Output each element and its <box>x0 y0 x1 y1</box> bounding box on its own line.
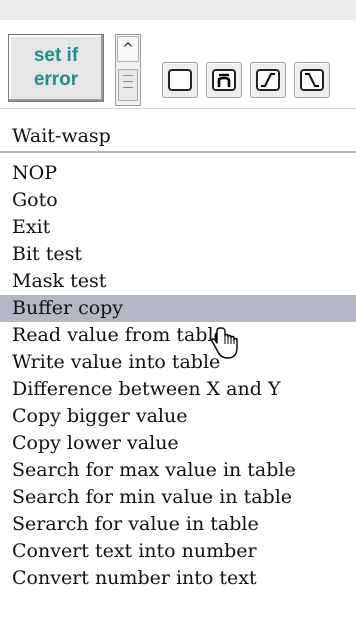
scroll-up-button[interactable]: ^ <box>117 36 139 62</box>
list-item[interactable]: Search for min value in table <box>0 484 356 511</box>
rising-curve-button[interactable] <box>250 62 286 98</box>
toolbar: set if error ^ <box>0 20 356 109</box>
list-item[interactable]: Mask test <box>0 268 356 295</box>
list-item[interactable]: Write value into table <box>0 349 356 376</box>
list-item[interactable]: Exit <box>0 214 356 241</box>
list-item[interactable]: Search for max value in table <box>0 457 356 484</box>
list-item-selected[interactable]: Buffer copy <box>0 295 356 322</box>
command-list: NOP Goto Exit Bit test Mask test Buffer … <box>0 160 356 592</box>
blank-block-button[interactable] <box>162 62 198 98</box>
n-bar-block-icon <box>212 69 236 91</box>
list-item[interactable]: Copy lower value <box>0 430 356 457</box>
falling-curve-button[interactable] <box>294 62 330 98</box>
list-item[interactable]: Convert number into text <box>0 565 356 592</box>
list-item[interactable]: Read value from table <box>0 322 356 349</box>
rising-curve-icon <box>256 69 280 91</box>
list-item[interactable]: Bit test <box>0 241 356 268</box>
top-strip <box>0 0 356 21</box>
n-bar-block-button[interactable] <box>206 62 242 98</box>
hand-pointer-cursor-icon <box>211 327 238 359</box>
set-if-error-button[interactable]: set if error <box>8 34 104 102</box>
list-item[interactable]: NOP <box>0 160 356 187</box>
list-item[interactable]: Goto <box>0 187 356 214</box>
scroll-thumb[interactable] <box>118 69 138 101</box>
list-item[interactable]: Convert text into number <box>0 538 356 565</box>
list-header: Wait-wasp <box>0 119 356 153</box>
list-item[interactable]: Difference between X and Y <box>0 376 356 403</box>
toolbar-scrollbar[interactable]: ^ <box>115 34 141 106</box>
list-item[interactable]: Serarch for value in table <box>0 511 356 538</box>
blank-block-icon <box>168 69 192 91</box>
falling-curve-icon <box>300 69 324 91</box>
list-item[interactable]: Copy bigger value <box>0 403 356 430</box>
